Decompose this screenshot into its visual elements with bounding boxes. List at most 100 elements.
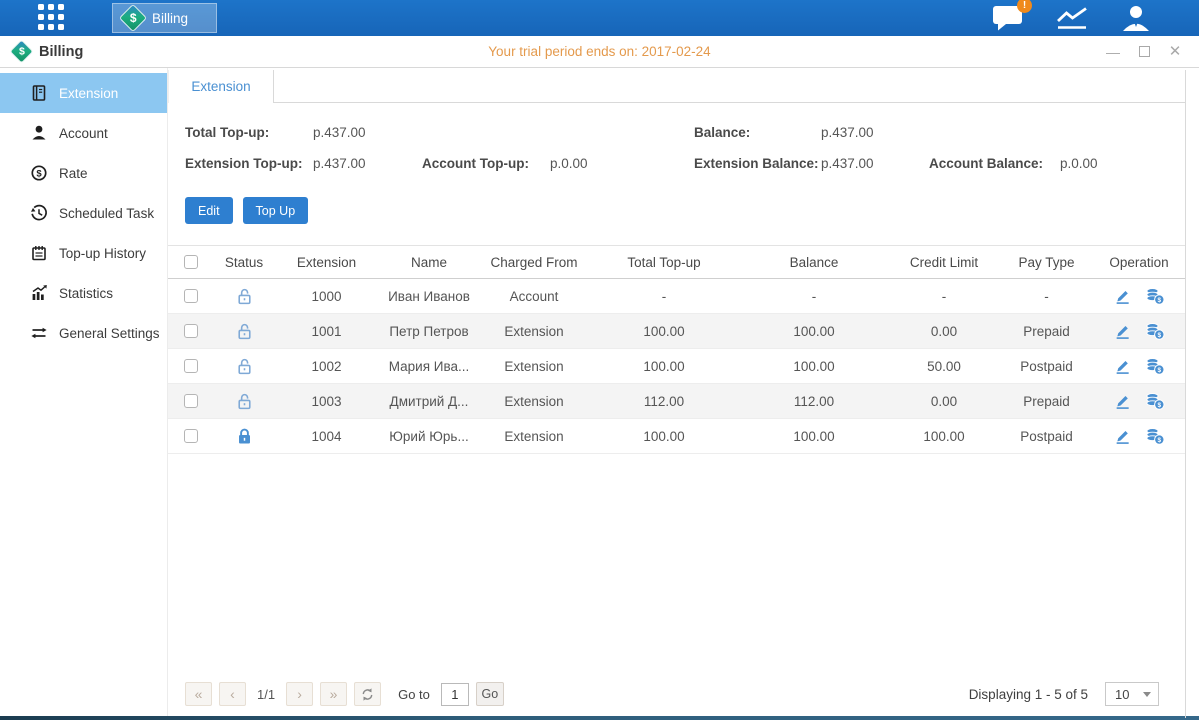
edit-pencil-icon[interactable] [1114,288,1131,305]
page-indicator: 1/1 [257,687,275,702]
table-row: 1001 Петр Петров Extension 100.00 100.00… [168,314,1185,349]
cell-extension: 1003 [274,394,379,409]
user-icon[interactable] [1121,5,1151,31]
header-name: Name [379,255,479,270]
header-total-topup: Total Top-up [589,255,739,270]
chevron-down-icon [1143,692,1151,697]
chat-icon[interactable]: ! [992,5,1023,31]
page-size-value: 10 [1106,687,1143,702]
account-topup-value: p.0.00 [550,156,588,171]
topup-history-ledger-icon [30,244,48,262]
cell-balance: 112.00 [739,394,889,409]
sidebar-item-statistics[interactable]: Statistics [0,273,167,313]
svg-text:$: $ [36,168,42,179]
sidebar-item-topup-history[interactable]: Top-up History [0,233,167,273]
goto-label: Go to [398,687,430,702]
window-titlebar: $ Billing Your trial period ends on: 201… [0,36,1199,68]
row-checkbox[interactable] [184,289,198,303]
cell-credit-limit: 0.00 [889,394,999,409]
row-checkbox[interactable] [184,394,198,408]
cell-extension: 1000 [274,289,379,304]
cell-balance: - [739,289,889,304]
topup-button[interactable]: Top Up [243,197,309,224]
billing-app-icon: $ [119,4,147,32]
balance-label: Balance: [694,125,750,140]
account-topup-label: Account Top-up: [422,156,529,171]
row-checkbox[interactable] [184,324,198,338]
sidebar-item-account[interactable]: Account [0,113,167,153]
cell-pay-type: Prepaid [999,324,1094,339]
cell-extension: 1001 [274,324,379,339]
chart-icon[interactable] [1055,6,1089,31]
table-row: 1003 Дмитрий Д... Extension 112.00 112.0… [168,384,1185,419]
cell-pay-type: Postpaid [999,359,1094,374]
lock-open-icon [235,287,254,306]
close-button[interactable]: ✕ [1167,44,1183,60]
cell-name: Иван Иванов [379,289,479,304]
sidebar-item-scheduled-task[interactable]: Scheduled Task [0,193,167,233]
svg-text:$: $ [1157,367,1161,374]
refresh-button[interactable] [354,682,381,706]
select-all-checkbox[interactable] [184,255,198,269]
row-checkbox[interactable] [184,359,198,373]
maximize-button[interactable] [1136,44,1152,60]
cell-charged-from: Extension [479,359,589,374]
cell-balance: 100.00 [739,429,889,444]
pagination-bar: « ‹ 1/1 › » Go to Go [185,682,1159,706]
goto-page-input[interactable] [441,683,469,706]
window-title: Billing [39,44,83,60]
cell-pay-type: Postpaid [999,429,1094,444]
app-grid-icon[interactable] [38,4,66,32]
first-page-button[interactable]: « [185,682,212,706]
row-checkbox[interactable] [184,429,198,443]
cell-charged-from: Account [479,289,589,304]
header-extension: Extension [274,255,379,270]
sidebar-item-label: Scheduled Task [59,206,154,221]
notification-badge: ! [1017,0,1032,13]
cell-credit-limit: - [889,289,999,304]
topup-coins-icon[interactable]: $ [1145,392,1165,410]
sidebar-item-label: Rate [59,166,88,181]
extensions-table: Status Extension Name Charged From Total… [168,245,1185,454]
topup-coins-icon[interactable]: $ [1145,427,1165,445]
topup-coins-icon[interactable]: $ [1145,357,1165,375]
last-page-button[interactable]: » [320,682,347,706]
topup-coins-icon[interactable]: $ [1145,287,1165,305]
cell-balance: 100.00 [739,359,889,374]
tabstrip: Extension [168,70,1185,103]
header-credit-limit: Credit Limit [889,255,999,270]
table-header-row: Status Extension Name Charged From Total… [168,245,1185,279]
table-row: 1002 Мария Ива... Extension 100.00 100.0… [168,349,1185,384]
cell-name: Дмитрий Д... [379,394,479,409]
general-settings-sliders-icon [30,324,48,342]
topup-coins-icon[interactable]: $ [1145,322,1165,340]
tab-extension[interactable]: Extension [168,70,274,103]
sidebar-item-general-settings[interactable]: General Settings [0,313,167,353]
page-size-select[interactable]: 10 [1105,682,1159,706]
cell-balance: 100.00 [739,324,889,339]
edit-button[interactable]: Edit [185,197,233,224]
cell-total-topup: - [589,289,739,304]
minimize-button[interactable]: — [1105,44,1121,60]
sidebar-item-extension[interactable]: Extension [0,73,167,113]
balance-value: p.437.00 [821,125,874,140]
go-button[interactable]: Go [476,682,504,706]
account-person-icon [30,124,48,142]
taskbar-item-billing[interactable]: $ Billing [112,3,217,33]
sidebar-item-rate[interactable]: $ Rate [0,153,167,193]
prev-page-button[interactable]: ‹ [219,682,246,706]
total-topup-value: p.437.00 [313,125,366,140]
edit-pencil-icon[interactable] [1114,393,1131,410]
rate-dollar-icon: $ [30,164,48,182]
sidebar-item-label: Extension [59,86,118,101]
main-content: Extension Total Top-up: p.437.00 Balance… [168,68,1199,716]
edit-pencil-icon[interactable] [1114,358,1131,375]
next-page-button[interactable]: › [286,682,313,706]
table-row: 1004 Юрий Юрь... Extension 100.00 100.00… [168,419,1185,454]
edit-pencil-icon[interactable] [1114,323,1131,340]
extension-balance-value: p.437.00 [821,156,874,171]
edit-pencil-icon[interactable] [1114,428,1131,445]
header-charged-from: Charged From [479,255,589,270]
sidebar: Extension Account $ Rate [0,68,168,716]
taskbar: $ Billing ! [0,0,1199,36]
